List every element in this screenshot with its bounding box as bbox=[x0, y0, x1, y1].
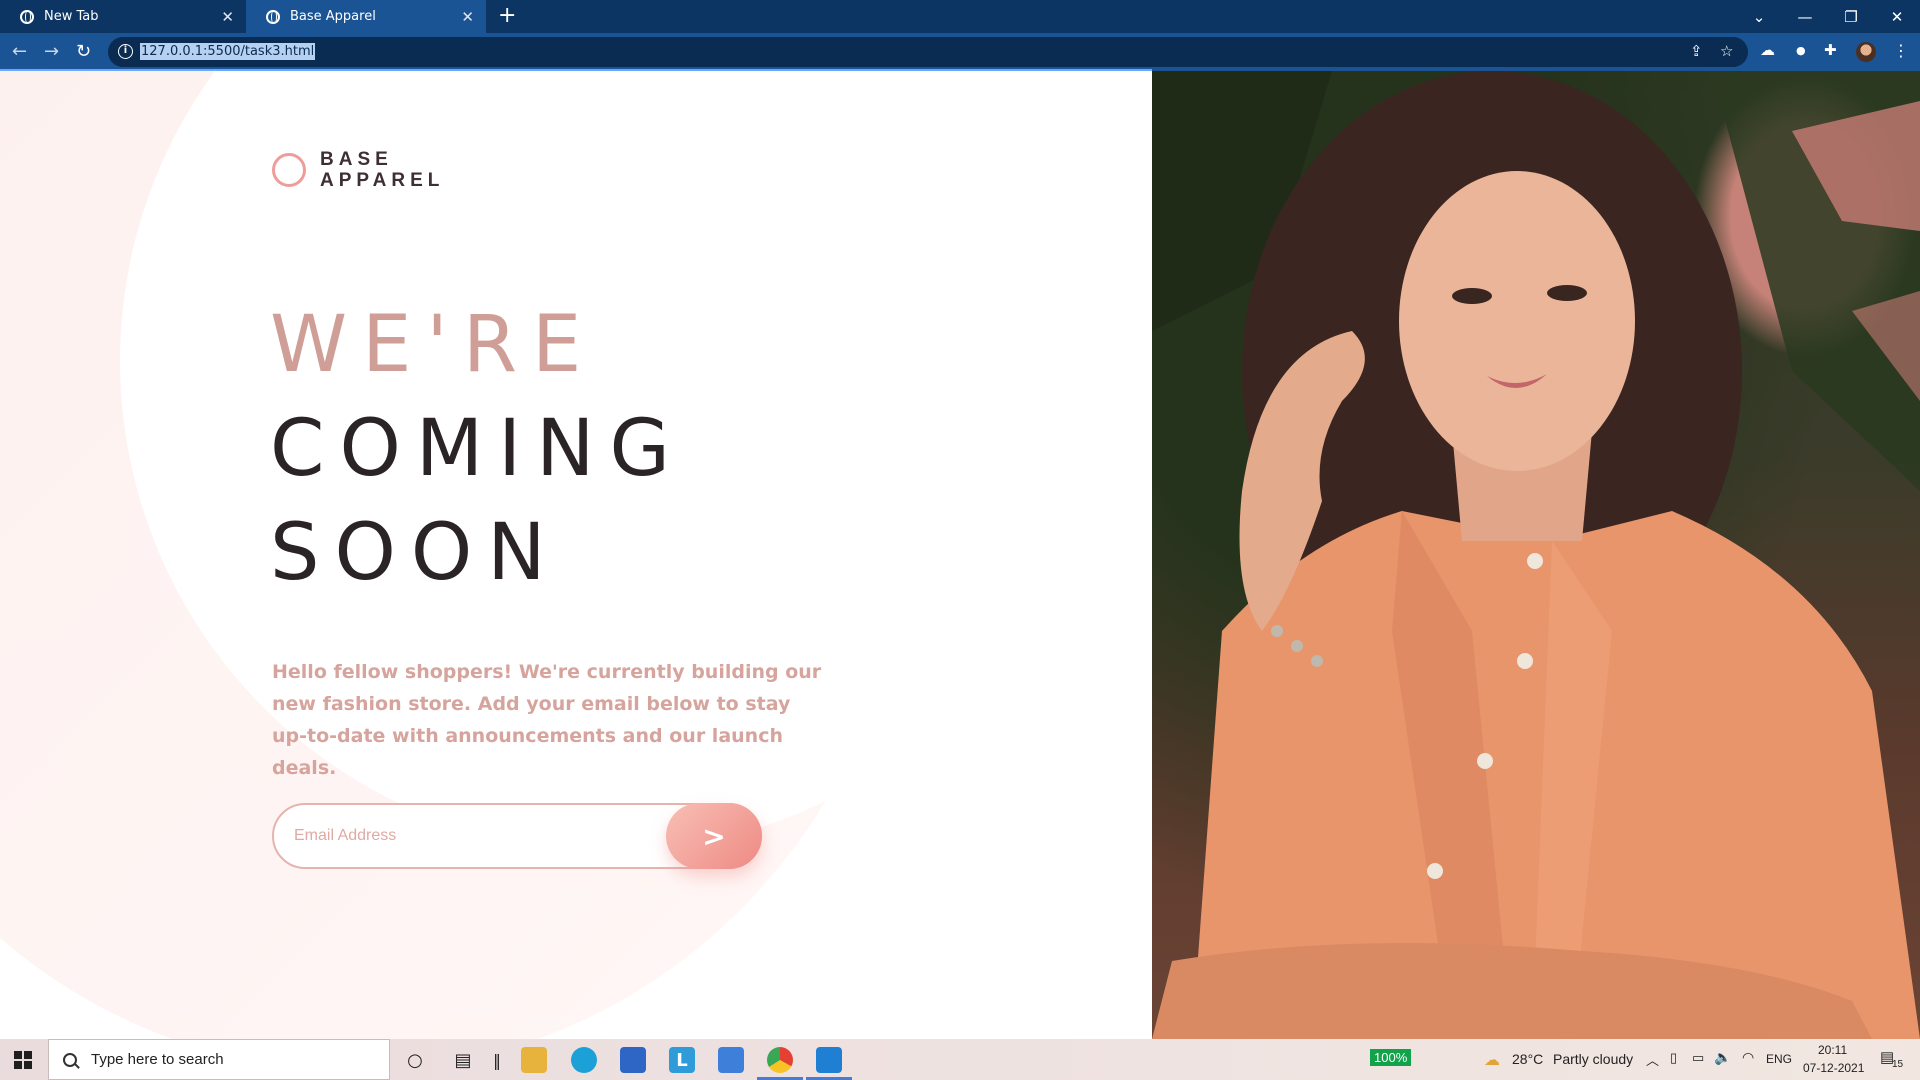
windows-taskbar: Type here to search ○ ▤ ‖ L 100% ☁ 28°C … bbox=[0, 1039, 1920, 1080]
logo-line-1: BASE bbox=[320, 149, 393, 170]
tab-title: Base Apparel bbox=[290, 9, 376, 24]
volume-icon[interactable]: 🔈 bbox=[1714, 1049, 1731, 1066]
language-indicator[interactable]: ENG bbox=[1766, 1052, 1792, 1066]
reload-button[interactable]: ↻ bbox=[76, 41, 91, 63]
cortana-icon[interactable]: ○ bbox=[402, 1047, 428, 1073]
submit-button[interactable]: > bbox=[666, 803, 762, 869]
search-icon bbox=[63, 1052, 77, 1067]
heading-line-2: COMING bbox=[270, 404, 685, 494]
background-white-panel bbox=[828, 71, 1152, 1039]
store-icon[interactable] bbox=[620, 1047, 646, 1073]
globe-icon bbox=[20, 9, 34, 24]
new-tab-button[interactable]: + bbox=[498, 4, 516, 28]
logo-ring-icon bbox=[272, 153, 306, 187]
address-bar[interactable]: i 127.0.0.1:5500/task3.html ⇪ ☆ bbox=[108, 37, 1748, 67]
mail-icon[interactable] bbox=[718, 1047, 744, 1073]
puzzle-icon[interactable]: ✚ bbox=[1824, 41, 1837, 59]
email-signup-form: > bbox=[272, 803, 762, 869]
star-icon[interactable]: ☆ bbox=[1720, 42, 1733, 60]
intro-paragraph: Hello fellow shoppers! We're currently b… bbox=[272, 661, 822, 779]
battery-icon[interactable]: ▭ bbox=[1692, 1050, 1704, 1066]
extension-dot-icon[interactable]: ● bbox=[1796, 44, 1806, 57]
minimize-button[interactable]: — bbox=[1782, 0, 1828, 33]
clock-time[interactable]: 20:11 bbox=[1818, 1043, 1847, 1057]
page-viewport: BASE APPAREL WE'RE COMING SOON Hello fel… bbox=[0, 71, 1920, 1039]
vscode-icon[interactable] bbox=[816, 1047, 842, 1073]
globe-icon bbox=[266, 9, 280, 24]
tab-strip: New Tab ✕ Base Apparel ✕ + ⌄ — ❐ ✕ bbox=[0, 0, 1920, 33]
browser-toolbar: ← → ↻ i 127.0.0.1:5500/task3.html ⇪ ☆ bbox=[0, 33, 1920, 71]
tab-base-apparel[interactable]: Base Apparel ✕ bbox=[246, 0, 486, 33]
chrome-icon[interactable] bbox=[767, 1047, 793, 1073]
logo-line-2: APPAREL bbox=[320, 170, 445, 191]
restore-button[interactable]: ❐ bbox=[1828, 0, 1874, 33]
notification-count: 15 bbox=[1892, 1059, 1904, 1070]
cloud-icon[interactable]: ☁ bbox=[1760, 41, 1775, 59]
close-window-button[interactable]: ✕ bbox=[1874, 0, 1920, 33]
tray-meet-icon[interactable]: ▯ bbox=[1670, 1050, 1677, 1066]
heading-line-1: WE'RE bbox=[270, 300, 597, 390]
tab-close-icon[interactable]: ✕ bbox=[461, 8, 474, 26]
tab-new-tab[interactable]: New Tab ✕ bbox=[0, 0, 246, 33]
task-view-icon[interactable]: ▤ bbox=[450, 1047, 476, 1073]
brand-logo[interactable]: BASE APPAREL bbox=[272, 149, 444, 191]
weather-icon: ☁ bbox=[1484, 1052, 1500, 1069]
tab-close-icon[interactable]: ✕ bbox=[221, 8, 234, 26]
hero-photo bbox=[1152, 71, 1920, 1039]
file-explorer-icon[interactable] bbox=[521, 1047, 547, 1073]
email-field[interactable] bbox=[294, 805, 624, 867]
forward-button[interactable]: → bbox=[44, 41, 59, 63]
wifi-icon[interactable]: ◠ bbox=[1742, 1049, 1754, 1066]
profile-avatar[interactable] bbox=[1856, 42, 1876, 62]
tab-search-chevron-icon[interactable]: ⌄ bbox=[1736, 0, 1782, 33]
weather-temp[interactable]: 28°C bbox=[1512, 1051, 1543, 1067]
hero-photo-illustration bbox=[1152, 71, 1920, 1039]
taskbar-search-placeholder: Type here to search bbox=[91, 1051, 224, 1068]
tray-chevron-icon[interactable]: ︿ bbox=[1646, 1050, 1659, 1069]
heading-line-3: SOON bbox=[270, 508, 561, 598]
taskbar-search-box[interactable]: Type here to search bbox=[48, 1039, 390, 1080]
clock-date[interactable]: 07-12-2021 bbox=[1803, 1061, 1864, 1075]
logo-text: BASE APPAREL bbox=[320, 149, 444, 191]
menu-dots-icon[interactable]: ⋮ bbox=[1893, 41, 1909, 60]
l-app-icon[interactable]: L bbox=[669, 1047, 695, 1073]
share-icon[interactable]: ⇪ bbox=[1690, 42, 1703, 60]
edge-icon[interactable] bbox=[571, 1047, 597, 1073]
info-icon[interactable]: i bbox=[118, 44, 133, 59]
windows-start-icon[interactable] bbox=[14, 1051, 32, 1069]
battery-level-badge[interactable]: 100% bbox=[1370, 1049, 1412, 1066]
page-heading: WE'RE COMING SOON bbox=[270, 293, 685, 605]
pinned-separator-icon[interactable]: ‖ bbox=[484, 1047, 510, 1073]
back-button[interactable]: ← bbox=[12, 41, 27, 63]
url-text[interactable]: 127.0.0.1:5500/task3.html bbox=[140, 43, 316, 60]
weather-condition[interactable]: Partly cloudy bbox=[1553, 1051, 1633, 1067]
tab-title: New Tab bbox=[44, 9, 99, 24]
